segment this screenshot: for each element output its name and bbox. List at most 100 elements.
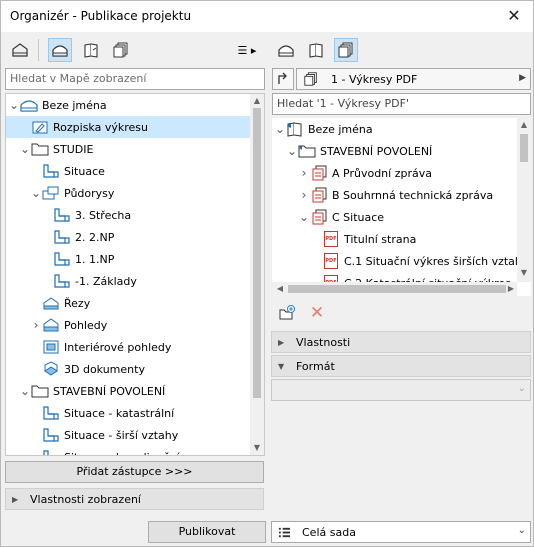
expand-right-icon: ▶ [12, 494, 19, 504]
chevron-down-icon[interactable]: ⌄ [274, 122, 286, 136]
scroll-left-icon[interactable]: ◀ [275, 284, 285, 294]
chevron-right-icon[interactable]: › [30, 318, 42, 332]
chevron-down-icon[interactable]: ⌄ [19, 142, 31, 156]
format-section[interactable]: ▼ Formát [271, 355, 531, 377]
view-map-row-label: Beze jména [42, 98, 107, 112]
publisher-row-label: STAVEBNÍ POVOLENÍ [320, 144, 433, 158]
layout-book-icon [286, 121, 304, 137]
chevron-right-icon: ▶ [519, 73, 526, 83]
close-icon[interactable]: ✕ [503, 5, 525, 27]
chevron-down-icon[interactable]: ⌄ [8, 98, 20, 112]
view-map-row-label: Situace [64, 164, 105, 178]
new-folder-icon[interactable] [275, 301, 299, 325]
view-map-row[interactable]: 3D dokumenty [6, 358, 264, 380]
view-map-row[interactable]: 2. 2.NP [6, 226, 264, 248]
view-map-row[interactable]: Situace - katastrální [6, 402, 264, 424]
scroll-up-icon[interactable]: ▲ [252, 96, 262, 106]
view-map-search-input[interactable]: Hledat v Mapě zobrazení [5, 68, 265, 90]
scroll-right-icon[interactable]: ▶ [506, 284, 516, 294]
view-icon [42, 427, 60, 443]
view-properties-label: Vlastnosti zobrazení [30, 492, 141, 506]
publish-button[interactable]: Publikovat [148, 521, 266, 543]
view-map-row[interactable]: Situace - širší vztahy [6, 424, 264, 446]
view-map-row[interactable]: ⌄ Beze jména [6, 94, 264, 116]
chevron-right-icon[interactable]: › [298, 166, 310, 180]
publisher-sets-icon[interactable] [109, 38, 133, 62]
up-level-icon[interactable] [272, 68, 294, 90]
add-shortcut-button[interactable]: Přidat zástupce >>> [5, 461, 264, 483]
delete-icon[interactable]: ✕ [305, 301, 329, 325]
scroll-down-icon[interactable]: ▼ [252, 443, 262, 453]
view-map-row[interactable]: Situace [6, 160, 264, 182]
right-hscroll-thumb[interactable] [288, 285, 506, 293]
right-horizontal-scrollbar[interactable]: ◀ ▶ [272, 282, 517, 296]
view-map-row[interactable]: 1. 1.NP [6, 248, 264, 270]
publisher-set-icon [303, 71, 321, 87]
options-menu-button[interactable]: ☰ ▸ [230, 38, 264, 62]
view-properties-section[interactable]: ▶ Vlastnosti zobrazení [5, 488, 264, 510]
publisher-row[interactable]: PDF C.1 Situační výkres širších vztahů [272, 250, 531, 272]
view-icon [53, 229, 71, 245]
window-title: Organizér - Publikace projektu [10, 9, 192, 23]
chevron-down-icon: ⌄ [517, 525, 526, 536]
view-map-row[interactable]: Interiérové pohledy [6, 336, 264, 358]
publisher-set-dropdown[interactable]: 1 - Výkresy PDF ▶ [296, 68, 531, 90]
view-map-row[interactable]: -1. Základy [6, 270, 264, 292]
format-label: Formát [296, 359, 335, 373]
publisher-set-label: 1 - Výkresy PDF [331, 72, 418, 86]
left-vertical-scrollbar[interactable]: ▲ ▼ [250, 94, 264, 455]
pdf-icon: PDF [322, 231, 340, 247]
scroll-up-icon[interactable]: ▲ [519, 120, 529, 130]
view-map-row[interactable]: › Pohledy [6, 314, 264, 336]
list-icon [278, 526, 294, 539]
publisher-search-input[interactable]: Hledat '1 - Výkresy PDF' [272, 93, 531, 115]
chevron-down-icon[interactable]: ⌄ [298, 210, 310, 224]
chevron-right-icon[interactable]: › [298, 188, 310, 202]
publisher-row-label: C Situace [332, 210, 385, 224]
right-scroll-thumb[interactable] [520, 134, 528, 162]
project-map-icon[interactable] [8, 38, 32, 62]
right-publisher-sets-icon[interactable] [334, 38, 358, 62]
publisher-row[interactable]: › B Souhrnná technická zpráva [272, 184, 531, 206]
right-view-map-icon[interactable] [274, 38, 298, 62]
layout-book-icon[interactable] [79, 38, 103, 62]
view-map-row[interactable]: ⌄ Půdorysy [6, 182, 264, 204]
view-map-icon[interactable] [48, 38, 72, 62]
view-icon [53, 207, 71, 223]
format-dropdown[interactable]: ⌄ [271, 379, 531, 401]
publisher-row[interactable]: PDF Titulní strana [272, 228, 531, 250]
view-map-row[interactable]: Rozpiska výkresu [6, 116, 264, 138]
chevron-down-icon[interactable]: ⌄ [286, 144, 298, 158]
view-map-row-label: STUDIE [53, 142, 94, 156]
pdf-badge: PDF [324, 231, 338, 247]
chevron-down-icon[interactable]: ⌄ [19, 384, 31, 398]
view-map-row[interactable]: Situace - koordinační [6, 446, 264, 455]
collapse-down-icon: ▼ [278, 361, 285, 371]
view-map-row[interactable]: ⌄ STAVEBNÍ POVOLENÍ [6, 380, 264, 402]
right-vertical-scrollbar[interactable]: ▲ ▼ [517, 118, 531, 282]
right-layout-book-icon[interactable] [304, 38, 328, 62]
publisher-row[interactable]: ⌄ Beze jména [272, 118, 531, 140]
left-scroll-thumb[interactable] [253, 108, 261, 398]
view-map-row[interactable]: 3. Střecha [6, 204, 264, 226]
view-map-row[interactable]: Řezy [6, 292, 264, 314]
publisher-row[interactable]: › A Průvodní zpráva [272, 162, 531, 184]
view-map-row[interactable]: ⌄ STUDIE [6, 138, 264, 160]
view-icon [42, 449, 60, 455]
view-map-row-label: Interiérové pohledy [64, 340, 172, 354]
publish-scope-dropdown[interactable]: Celá sada ⌄ [271, 521, 531, 543]
scroll-down-icon[interactable]: ▼ [519, 268, 529, 278]
publisher-row[interactable]: ⌄ C Situace [272, 206, 531, 228]
view-map-row-label: 3. Střecha [75, 208, 132, 222]
chevron-down-icon[interactable]: ⌄ [30, 186, 42, 200]
publisher-row[interactable]: ⌄ STAVEBNÍ POVOLENÍ [272, 140, 531, 162]
publish-scope-label: Celá sada [302, 525, 356, 539]
view-map-row-label: Půdorysy [64, 186, 115, 200]
properties-section[interactable]: ▶ Vlastnosti [271, 331, 531, 353]
